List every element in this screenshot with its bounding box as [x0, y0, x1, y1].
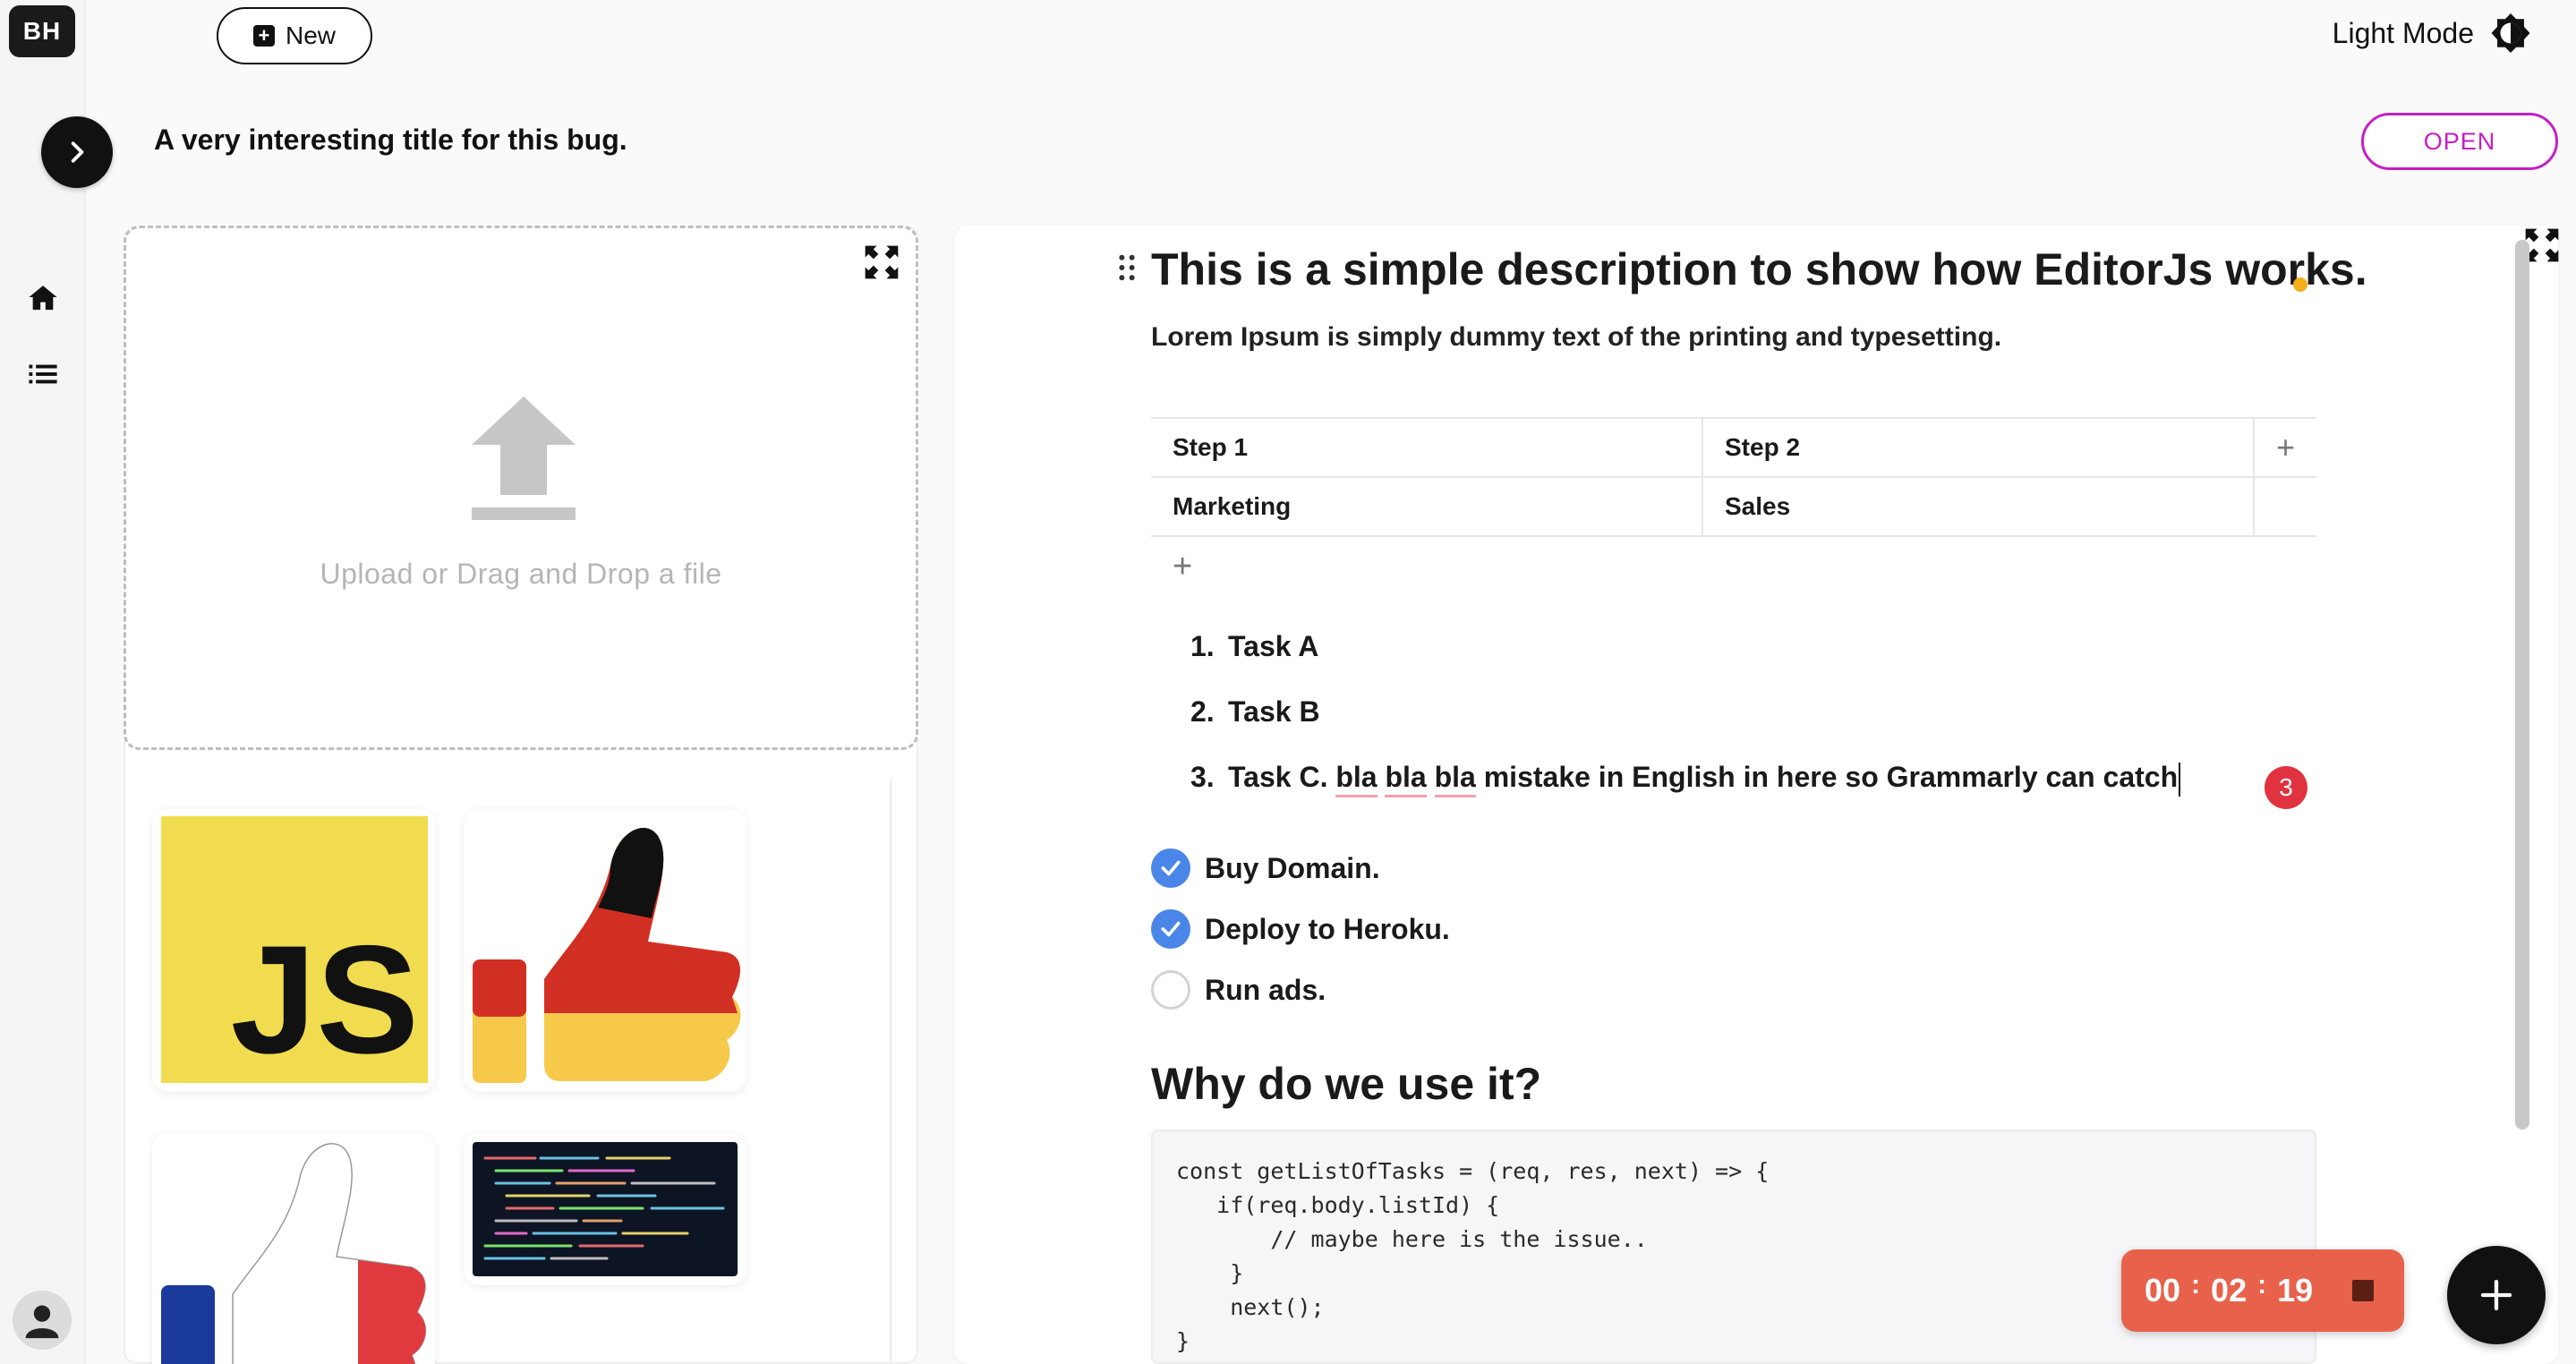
list-item[interactable]: 1. Task A: [1190, 630, 2180, 695]
checklist-text: Run ads.: [1205, 973, 1326, 1006]
checkmark-icon: [1161, 860, 1181, 876]
checklist-item[interactable]: Buy Domain.: [1151, 848, 1380, 888]
table-cell[interactable]: Step 2: [1702, 417, 2255, 478]
checklist-text: Deploy to Heroku.: [1205, 912, 1450, 945]
list-item-text: Task A: [1228, 630, 1319, 662]
sidebar-toggle-button[interactable]: [41, 116, 113, 188]
grammarly-badge[interactable]: 3: [2265, 766, 2307, 809]
add-button[interactable]: [2447, 1246, 2546, 1344]
list-item-text: Task B: [1228, 695, 1320, 728]
checkbox-checked[interactable]: [1151, 909, 1190, 949]
table-cell[interactable]: Marketing: [1151, 476, 1703, 537]
list-number: 3.: [1190, 761, 1215, 793]
grammarly-indicator: [2293, 277, 2307, 292]
table-row: Marketing Sales: [1151, 476, 2316, 537]
list-item-text: Task C. bla bla bla mistake in English i…: [1228, 761, 2181, 797]
theme-toggle[interactable]: Light Mode: [2333, 13, 2531, 54]
list-item[interactable]: 2. Task B: [1190, 695, 2180, 761]
brightness-icon: [2491, 13, 2530, 54]
upload-text: Upload or Drag and Drop a file: [320, 558, 722, 590]
editor-heading[interactable]: This is a simple description to show how…: [1151, 243, 2367, 295]
upload-dropzone[interactable]: Upload or Drag and Drop a file: [124, 226, 918, 750]
stop-icon[interactable]: [2352, 1280, 2374, 1301]
timer-minutes: 02: [2211, 1272, 2248, 1309]
drag-handle-icon[interactable]: [1115, 254, 1139, 281]
german-thumbs-up-image[interactable]: [464, 809, 746, 1092]
user-avatar[interactable]: [13, 1291, 72, 1350]
time-tracker[interactable]: 00 : 02 : 19: [2121, 1249, 2404, 1332]
home-icon[interactable]: [23, 277, 63, 317]
list-icon[interactable]: [23, 354, 63, 394]
theme-toggle-label: Light Mode: [2332, 16, 2474, 49]
table-cell-empty: [2254, 476, 2316, 537]
table-row: Step 1 Step 2 +: [1151, 417, 2316, 478]
upload-icon: [472, 396, 576, 520]
app-logo[interactable]: BH: [9, 5, 75, 57]
svg-text:JS: JS: [231, 914, 419, 1086]
checkmark-icon: [1161, 921, 1181, 937]
fullscreen-icon[interactable]: [862, 243, 901, 282]
table-cell[interactable]: Sales: [1702, 476, 2255, 537]
editor-scrollbar[interactable]: [2515, 240, 2529, 1130]
chevron-right-icon: [71, 141, 84, 163]
js-logo-image[interactable]: JS: [152, 809, 435, 1092]
new-button[interactable]: + New: [217, 7, 372, 64]
timer-hours: 00: [2145, 1272, 2181, 1309]
bug-title[interactable]: A very interesting title for this bug.: [154, 124, 627, 157]
grammar-error-word[interactable]: bla: [1335, 761, 1378, 797]
grammar-error-word[interactable]: bla: [1385, 761, 1427, 797]
editor-heading-2[interactable]: Why do we use it?: [1151, 1058, 1541, 1110]
checklist-text: Buy Domain.: [1205, 851, 1380, 884]
plus-icon: [2480, 1279, 2512, 1311]
timer-separator: :: [2257, 1270, 2267, 1300]
code-screen-image[interactable]: [464, 1133, 746, 1285]
french-thumbs-up-image[interactable]: [152, 1133, 435, 1364]
sidebar: BH: [0, 0, 86, 1364]
list-item-prefix: Task C.: [1228, 761, 1336, 793]
text-cursor: [2179, 762, 2181, 797]
table-cell[interactable]: Step 1: [1151, 417, 1703, 478]
user-icon: [25, 1305, 59, 1339]
grammar-error-word[interactable]: bla: [1434, 761, 1476, 797]
add-column-button[interactable]: +: [2254, 417, 2316, 478]
list-item-suffix: mistake in English in here so Grammarly …: [1475, 761, 2179, 793]
list-item[interactable]: 3. Task C. bla bla bla mistake in Englis…: [1190, 761, 2181, 826]
checklist-item[interactable]: Run ads.: [1151, 970, 1326, 1010]
list-number: 1.: [1190, 630, 1215, 662]
list-number: 2.: [1190, 695, 1215, 728]
editor-paragraph[interactable]: Lorem Ipsum is simply dummy text of the …: [1151, 322, 2001, 353]
checkbox-unchecked[interactable]: [1151, 970, 1190, 1010]
editor-table[interactable]: Step 1 Step 2 + Marketing Sales: [1151, 417, 2316, 537]
timer-seconds: 19: [2277, 1272, 2314, 1309]
ordered-list[interactable]: 1. Task A 2. Task B 3. Task C. bla bla b…: [1190, 630, 2181, 826]
add-row-button[interactable]: +: [1173, 548, 1192, 586]
new-button-label: New: [285, 21, 336, 49]
timer-separator: :: [2191, 1270, 2201, 1300]
gallery-divider: [890, 779, 891, 1364]
checklist-item[interactable]: Deploy to Heroku.: [1151, 909, 1450, 949]
checkbox-checked[interactable]: [1151, 848, 1190, 888]
status-button[interactable]: OPEN: [2361, 113, 2558, 170]
plus-icon: +: [252, 25, 275, 47]
